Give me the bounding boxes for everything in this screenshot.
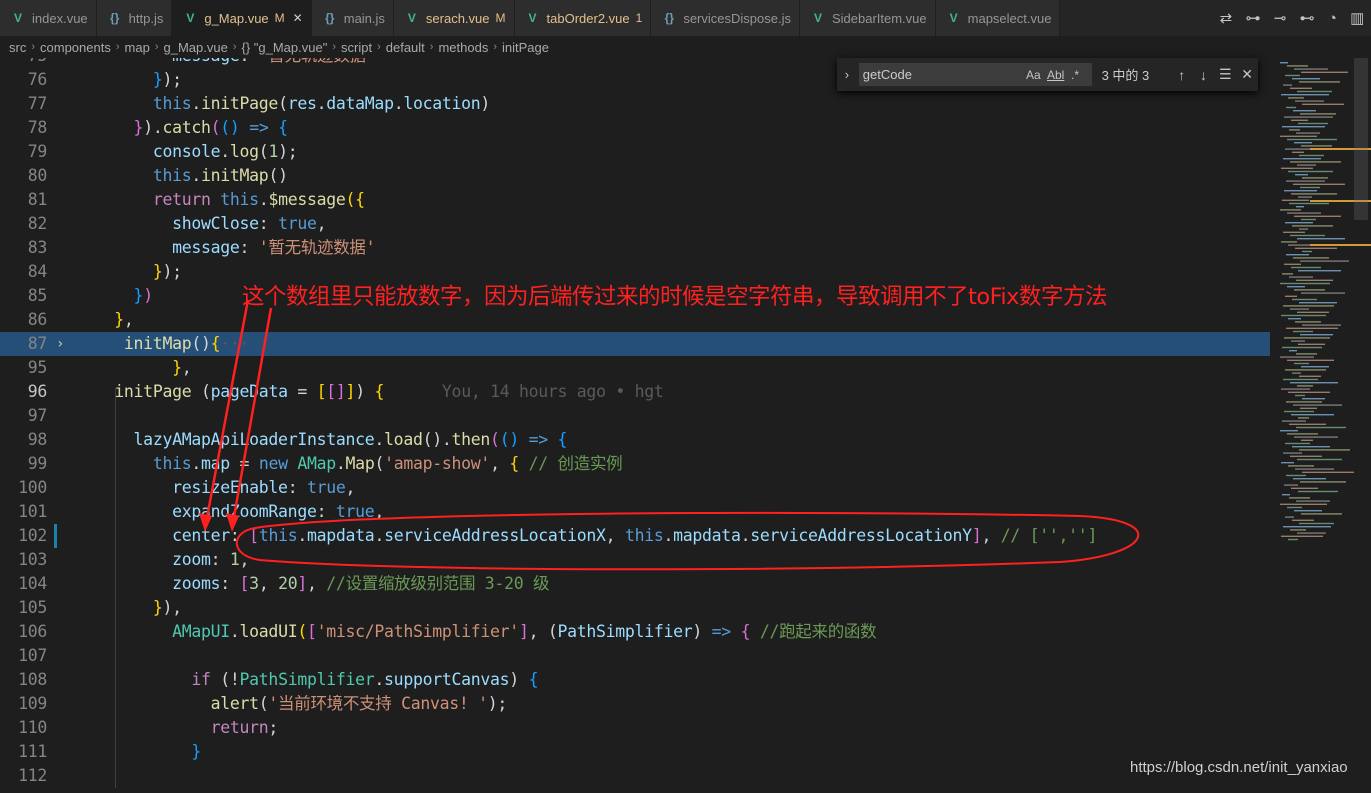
annotation-arrow [230,307,273,529]
annotation-arrowhead [199,513,212,532]
annotation-note: 这个数组里只能放数字，因为后端传过来的时候是空字符串，导致调用不了toFix数字… [242,284,1107,310]
annotation-arrow [203,299,250,529]
annotation-ellipse [235,511,1140,571]
watermark: https://blog.csdn.net/init_yanxiao [1130,759,1348,776]
annotation-arrowhead [226,513,239,532]
annotation-drawing [199,299,1140,571]
